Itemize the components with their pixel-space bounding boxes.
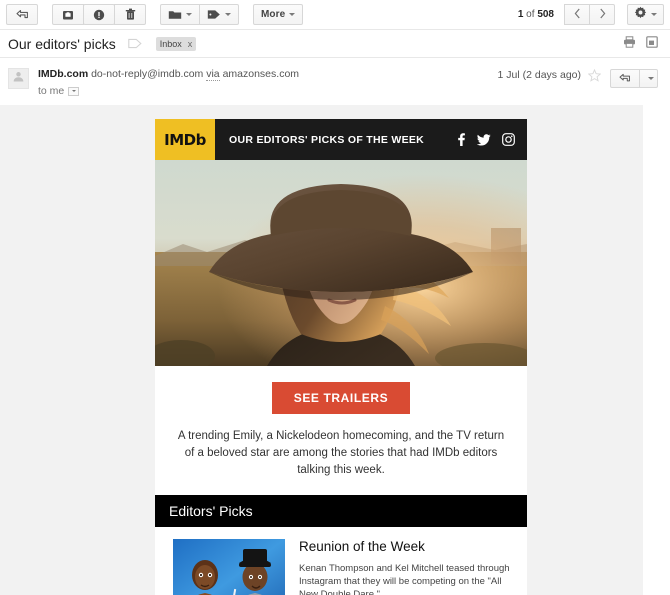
- recipient-line: to me: [38, 84, 498, 98]
- pagination-counter: 1 of 508: [518, 9, 554, 20]
- story-item: Reunion of the Week Kenan Thompson and K…: [155, 527, 527, 595]
- page-title: Our editors' picks: [8, 35, 116, 52]
- toolbar-group-more: More: [253, 4, 304, 25]
- mail-toolbar: More 1 of 508: [0, 0, 670, 30]
- print-icon[interactable]: [623, 35, 636, 53]
- settings-button[interactable]: [627, 4, 664, 25]
- open-in-new-window-icon[interactable]: [646, 35, 658, 53]
- imdb-logo-text: IMDb: [164, 130, 206, 149]
- subject-row: Our editors' picks Inbox x: [0, 30, 670, 58]
- chevron-right-icon: [599, 6, 606, 24]
- story-description: Kenan Thompson and Kel Mitchell teased t…: [299, 563, 510, 595]
- back-arrow-icon: [15, 9, 29, 20]
- sender-block: IMDb.com do-not-reply@imdb.com via amazo…: [38, 67, 498, 98]
- message-right-actions: 1 Jul (2 days ago): [498, 67, 658, 98]
- archive-icon: [62, 9, 74, 21]
- reply-arrow-icon: [619, 70, 631, 88]
- chevron-down-icon: [225, 13, 231, 16]
- newsletter-header-bar: OUR EDITORS' PICKS OF THE WEEK: [215, 119, 527, 160]
- sender-line: IMDb.com do-not-reply@imdb.com via amazo…: [38, 67, 498, 81]
- newsletter-title: OUR EDITORS' PICKS OF THE WEEK: [229, 133, 425, 146]
- toolbar-right-cluster: 1 of 508: [518, 0, 664, 29]
- toolbar-group-back: [6, 4, 38, 25]
- subject-right-actions: [623, 30, 658, 57]
- sender-name[interactable]: IMDb.com: [38, 68, 88, 80]
- via-domain: amazonses.com: [222, 68, 300, 80]
- chevron-down-icon: [651, 13, 657, 16]
- labels-button[interactable]: [199, 4, 239, 25]
- delete-button[interactable]: [114, 4, 146, 25]
- pagination-of: of: [523, 9, 538, 20]
- imdb-logo[interactable]: IMDb: [155, 119, 215, 160]
- imdb-newsletter: IMDb OUR EDITORS' PICKS OF THE WEEK SEE …: [155, 119, 527, 595]
- pagination-total: 508: [537, 9, 554, 20]
- gear-icon: [634, 6, 647, 24]
- avatar: [8, 68, 29, 89]
- section-header-editors-picks: Editors' Picks: [155, 495, 527, 527]
- folder-icon: [168, 9, 182, 20]
- archive-button[interactable]: [52, 4, 84, 25]
- report-spam-button[interactable]: [83, 4, 115, 25]
- email-body-area: IMDb OUR EDITORS' PICKS OF THE WEEK SEE …: [33, 105, 643, 595]
- chevron-left-icon: [574, 6, 581, 24]
- reply-button[interactable]: [610, 69, 640, 88]
- previous-message-button[interactable]: [564, 4, 590, 25]
- chevron-down-icon: [186, 13, 192, 16]
- via-label[interactable]: via: [206, 68, 220, 81]
- message-header: IMDb.com do-not-reply@imdb.com via amazo…: [0, 58, 670, 105]
- move-to-button[interactable]: [160, 4, 200, 25]
- toolbar-group-actions: [52, 4, 146, 25]
- message-more-options-button[interactable]: [639, 69, 658, 88]
- next-message-button[interactable]: [589, 4, 615, 25]
- label-chip-remove-button[interactable]: x: [188, 39, 193, 49]
- right-gutter: [643, 105, 670, 595]
- story-thumbnail[interactable]: [173, 539, 285, 595]
- twitter-icon[interactable]: [477, 133, 491, 146]
- toolbar-group-organize: [160, 4, 239, 25]
- recipient-label: to me: [38, 85, 65, 97]
- label-chip-text: Inbox: [159, 38, 182, 49]
- story-title: Reunion of the Week: [299, 539, 425, 554]
- newsletter-intro: A trending Emily, a Nickelodeon homecomi…: [177, 430, 505, 476]
- instagram-icon[interactable]: [502, 133, 515, 146]
- recipient-details-toggle[interactable]: [68, 86, 80, 96]
- trash-icon: [125, 8, 136, 21]
- report-spam-icon: [93, 9, 105, 21]
- label-chip-inbox[interactable]: Inbox x: [155, 36, 197, 51]
- more-actions-button[interactable]: More: [253, 4, 304, 25]
- email-body-canvas: IMDb OUR EDITORS' PICKS OF THE WEEK SEE …: [0, 105, 670, 595]
- sender-email: do-not-reply@imdb.com: [91, 68, 204, 80]
- message-date: 1 Jul (2 days ago): [497, 69, 581, 81]
- back-to-inbox-button[interactable]: [6, 4, 38, 25]
- chevron-down-icon: [289, 13, 296, 16]
- label-outline-icon[interactable]: [127, 38, 142, 49]
- cta-section: SEE TRAILERS: [155, 366, 527, 426]
- social-links: [455, 133, 515, 146]
- hero-image[interactable]: [155, 160, 527, 366]
- avatar-person-icon: [12, 70, 25, 88]
- chevron-down-icon: [647, 77, 654, 80]
- star-icon[interactable]: [587, 68, 602, 87]
- newsletter-header: IMDb OUR EDITORS' PICKS OF THE WEEK: [155, 119, 527, 160]
- chevron-down-icon: [71, 90, 76, 92]
- reply-button-group: [610, 69, 658, 88]
- see-trailers-button[interactable]: SEE TRAILERS: [271, 382, 411, 414]
- story-body: Reunion of the Week Kenan Thompson and K…: [299, 539, 513, 595]
- more-actions-label: More: [261, 9, 286, 20]
- facebook-icon[interactable]: [455, 133, 466, 146]
- label-tag-icon: [207, 9, 221, 20]
